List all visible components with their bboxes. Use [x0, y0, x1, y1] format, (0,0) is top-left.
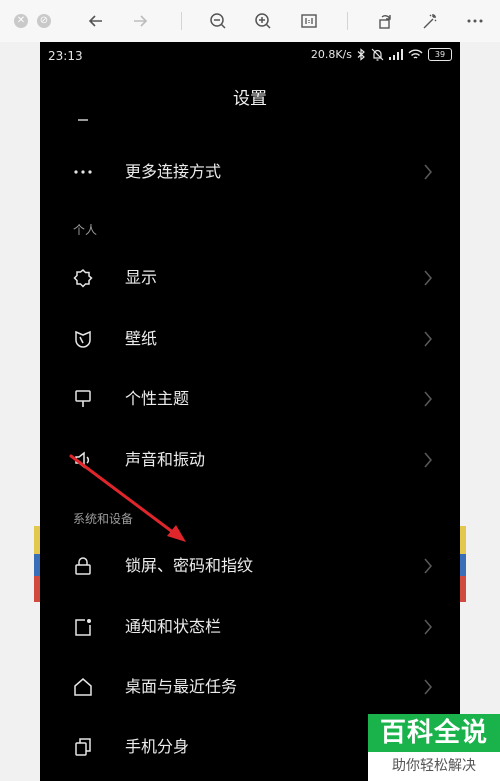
- watermark-title: 百科全说: [368, 714, 500, 752]
- watermark-logo: 百科全说 助你轻松解决: [368, 714, 500, 781]
- watermark-subtitle: 助你轻松解决: [392, 758, 476, 774]
- annotation-arrow: [69, 454, 186, 542]
